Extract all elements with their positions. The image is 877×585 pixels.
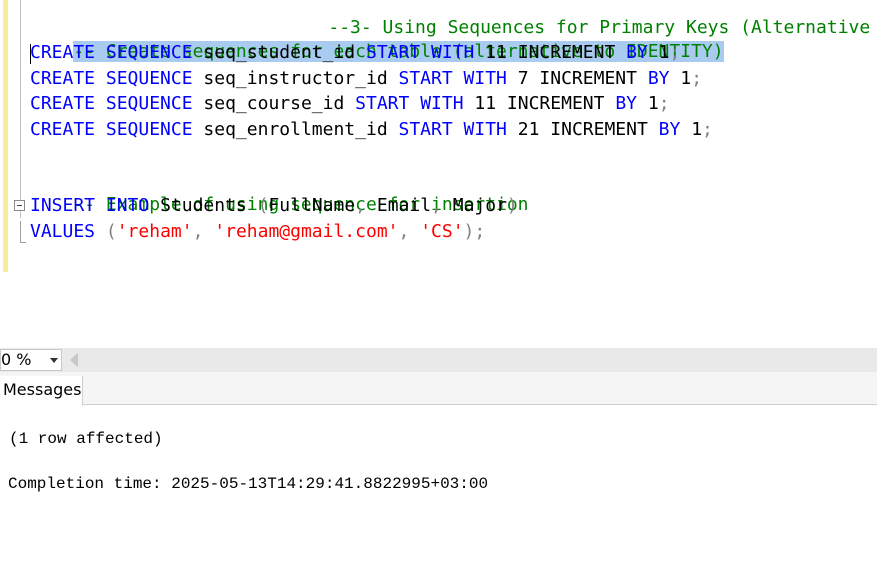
keyword: CREATE — [30, 42, 96, 63]
message-row-affected: (1 row affected) — [9, 430, 163, 448]
editor-empty-area[interactable] — [0, 272, 877, 348]
semicolon: ; — [658, 93, 670, 114]
text-caret — [30, 44, 31, 64]
keyword: INSERT — [30, 195, 96, 216]
increment-value: 1 — [647, 93, 659, 114]
keyword: WITH — [420, 93, 464, 114]
string-literal: 'reham@gmail.com' — [214, 221, 399, 242]
increment-value: 1 — [691, 119, 703, 140]
increment-value: 1 — [658, 42, 670, 63]
keyword: SEQUENCE — [105, 68, 193, 89]
scroll-left-icon[interactable] — [70, 353, 78, 367]
increment-value: 1 — [680, 68, 692, 89]
keyword: INCREMENT — [550, 119, 648, 140]
keyword: INCREMENT — [539, 68, 637, 89]
code-line-10[interactable]: VALUES ('reham', 'reham@gmail.com', 'CS'… — [30, 220, 485, 244]
start-value: 21 — [517, 119, 540, 140]
keyword: START — [398, 119, 453, 140]
sequence-name: seq_instructor_id — [203, 68, 388, 89]
semicolon: ; — [702, 119, 713, 140]
start-value: 11 — [485, 42, 507, 63]
messages-pane[interactable]: (1 row affected) Completion time: 2025-0… — [0, 406, 877, 585]
keyword: BY — [615, 93, 637, 114]
code-line-5[interactable]: CREATE SEQUENCE seq_course_id START WITH… — [30, 92, 670, 116]
sequence-name: seq_enrollment_id — [203, 119, 388, 140]
comma: , — [431, 195, 442, 216]
keyword: CREATE — [30, 93, 96, 114]
zoom-value: 0 % — [1, 350, 32, 369]
column-name: FullName — [268, 195, 356, 216]
start-value: 11 — [474, 93, 497, 114]
keyword: WITH — [463, 119, 507, 140]
paren: ( — [257, 195, 269, 216]
query-editor[interactable]: --3- Using Sequences for Primary Keys (A… — [0, 0, 877, 272]
string-literal: 'CS' — [420, 221, 464, 242]
code-line-9[interactable]: INSERT INTO Students (FullName, Email, M… — [30, 194, 518, 218]
keyword: WITH — [431, 42, 475, 63]
start-value: 7 — [517, 68, 529, 89]
outline-guide-end — [20, 242, 26, 243]
keyword: START — [398, 68, 453, 89]
code-line-8[interactable]: -- Example of using sequence for inserti… — [30, 169, 528, 215]
keyword: SEQUENCE — [105, 42, 193, 63]
comma: , — [355, 195, 367, 216]
editor-scrollbar-strip — [0, 348, 877, 372]
keyword: START — [365, 42, 421, 63]
paren: ( — [105, 221, 117, 242]
keyword: INCREMENT — [517, 42, 616, 63]
code-line-6[interactable]: CREATE SEQUENCE seq_enrollment_id START … — [30, 118, 713, 142]
comma: , — [398, 221, 410, 242]
table-name: Students — [160, 195, 247, 216]
keyword: CREATE — [30, 119, 96, 140]
code-line-1[interactable]: --3- Using Sequences for Primary Keys (A… — [285, 0, 877, 38]
comma: , — [192, 221, 204, 242]
zoom-dropdown[interactable]: 0 % — [0, 349, 62, 371]
sequence-name: seq_course_id — [203, 93, 345, 114]
code-line-2[interactable]: -- Create sequences for each table (alte… — [30, 16, 724, 62]
chevron-down-icon — [50, 358, 58, 363]
outline-guide — [20, 0, 21, 218]
keyword: WITH — [463, 68, 507, 89]
semicolon: ; — [669, 42, 681, 63]
sequence-name: seq_student_id — [203, 42, 356, 63]
keyword: INCREMENT — [506, 93, 605, 114]
keyword: INTO — [105, 195, 150, 216]
change-tracking-bar — [3, 0, 8, 272]
code-line-4[interactable]: CREATE SEQUENCE seq_instructor_id START … — [30, 67, 702, 91]
paren: ) — [506, 195, 518, 216]
collapse-minus-icon[interactable] — [14, 200, 25, 211]
keyword: SEQUENCE — [105, 93, 193, 114]
string-literal: 'reham' — [116, 221, 193, 242]
code-line-3[interactable]: CREATE SEQUENCE seq_student_id START WIT… — [30, 41, 680, 65]
keyword: SEQUENCE — [105, 119, 193, 140]
keyword: BY — [658, 119, 681, 140]
results-tab-bar — [0, 372, 877, 405]
column-name: Major — [452, 195, 507, 216]
outline-guide-insert — [20, 221, 21, 243]
keyword: BY — [647, 68, 670, 89]
tab-messages[interactable]: Messages — [0, 376, 83, 406]
paren: ); — [463, 221, 486, 242]
keyword: CREATE — [30, 68, 96, 89]
column-name: Email — [376, 195, 432, 216]
keyword: VALUES — [30, 221, 96, 242]
keyword: START — [355, 93, 410, 114]
message-completion-time: Completion time: 2025-05-13T14:29:41.882… — [8, 475, 489, 493]
semicolon: ; — [691, 68, 703, 89]
keyword: BY — [626, 42, 648, 63]
